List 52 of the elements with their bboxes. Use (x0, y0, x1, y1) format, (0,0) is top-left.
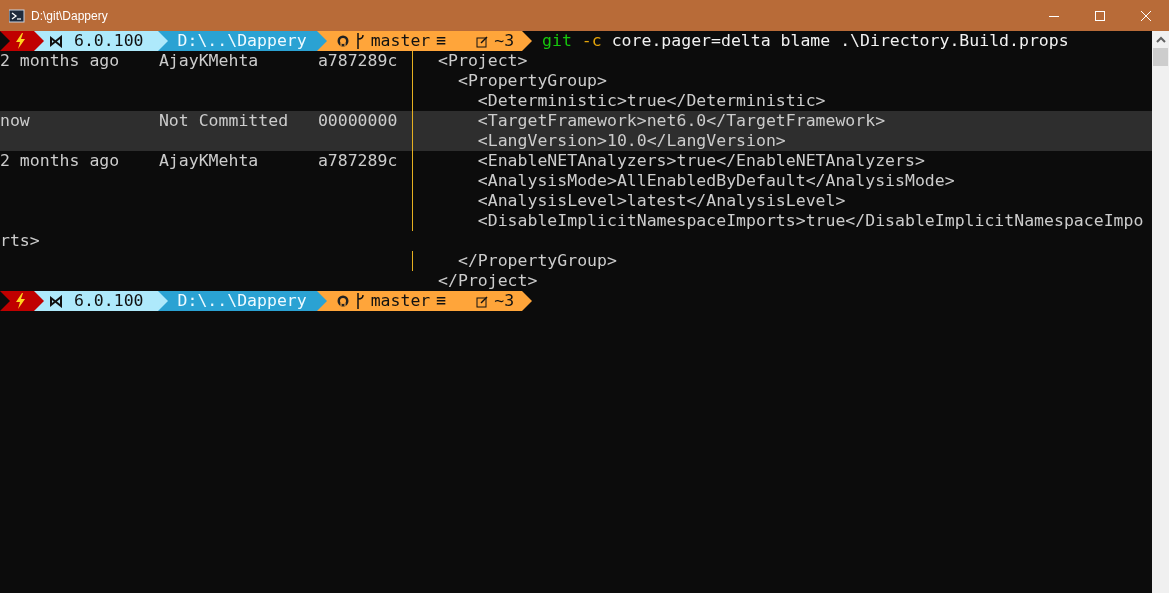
code-line: rts> (0, 231, 40, 251)
code-line: <EnableNETAnalyzers>true</EnableNETAnalyzers> (476, 151, 925, 171)
scrollbar[interactable] (1152, 31, 1169, 593)
commit-date: 2 months ago (0, 151, 121, 171)
current-path: D:\..\Dappery (177, 31, 307, 51)
code-line: <AnalysisMode>AllEnabledByDefault</AnalysisMode> (476, 171, 955, 191)
code-line: </PropertyGroup> (456, 251, 617, 271)
code-line: <TargetFramework>net6.0</TargetFramework> (476, 111, 886, 131)
change-count: ~3 (494, 291, 515, 311)
lightning-icon (14, 33, 26, 49)
command-text: core.pager=delta blame .\Directory.Build.props (611, 31, 1069, 50)
commit-hash: a787289c (317, 51, 398, 71)
scroll-thumb[interactable] (1153, 48, 1168, 66)
branch-name: master (370, 31, 431, 51)
powershell-icon (9, 8, 25, 23)
command-text: -c (581, 31, 602, 50)
gutter-line (412, 251, 414, 271)
visual-studio-icon (50, 294, 62, 308)
github-icon (336, 35, 349, 47)
edit-icon (476, 294, 489, 308)
commit-hash: a787289c (317, 151, 398, 171)
sync-status: ≡ (436, 291, 447, 311)
maximize-icon (1095, 10, 1105, 21)
commit-hash: 00000000 (317, 111, 398, 131)
lightning-icon (14, 293, 26, 309)
code-line: <LangVersion>10.0</LangVersion> (476, 131, 786, 151)
code-line: <AnalysisLevel>latest</AnalysisLevel> (476, 191, 846, 211)
close-icon (1141, 10, 1151, 21)
commit-author: AjayKMehta (158, 51, 260, 71)
commit-author: Not Committed (158, 111, 290, 131)
commit-author: AjayKMehta (158, 151, 260, 171)
branch-icon (354, 293, 365, 309)
visual-studio-icon (50, 34, 62, 48)
sdk-version: 6.0.100 (74, 291, 144, 311)
commit-date: 2 months ago (0, 51, 121, 71)
branch-name: master (370, 291, 431, 311)
scroll-up-icon (1155, 35, 1166, 44)
window-title: D:\git\Dappery (31, 8, 109, 23)
commit-date: now (0, 111, 31, 131)
sync-status: ≡ (436, 31, 447, 51)
code-line: <Deterministic>true</Deterministic> (476, 91, 826, 111)
code-line: </Project> (438, 271, 538, 291)
code-line: <DisableImplicitNamespaceImports>true</DisableImplicitNamespaceImpo (476, 211, 1144, 231)
change-count: ~3 (494, 31, 515, 51)
current-path: D:\..\Dappery (177, 291, 307, 311)
command-text: git (542, 31, 572, 50)
sdk-version: 6.0.100 (74, 31, 144, 51)
edit-icon (476, 34, 489, 48)
github-icon (336, 295, 349, 307)
code-line: <PropertyGroup> (456, 71, 607, 91)
code-line: <Project> (438, 51, 528, 71)
branch-icon (354, 33, 365, 49)
